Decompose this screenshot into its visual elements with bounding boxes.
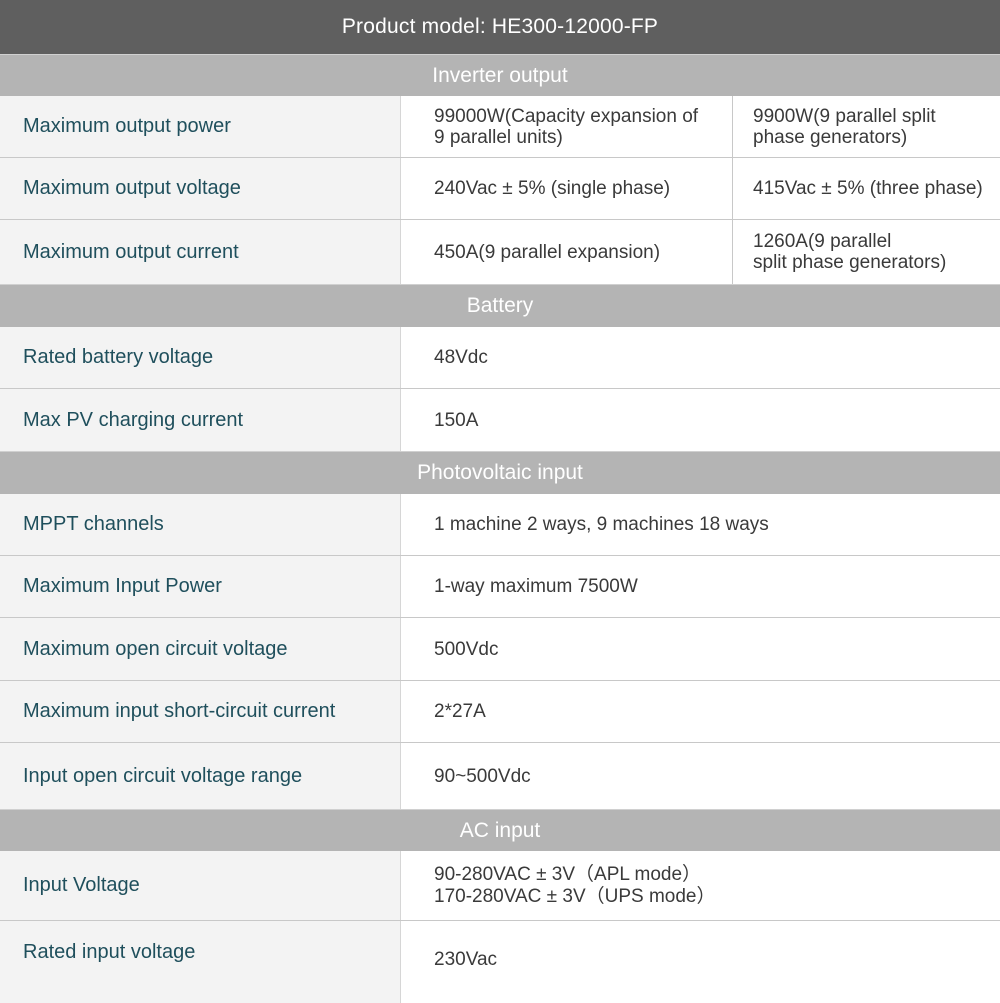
table-row: Max PV charging current 150A	[0, 389, 1000, 451]
row-label-input-voltage: Input Voltage	[0, 851, 401, 920]
row-label-max-input-power: Maximum Input Power	[0, 556, 401, 617]
section-header-photovoltaic-input: Photovoltaic input	[0, 451, 1000, 494]
table-row: Maximum output voltage 240Vac ± 5% (sing…	[0, 158, 1000, 220]
row-value-input-open-circuit-voltage-range: 90~500Vdc	[434, 765, 531, 787]
product-model-title: Product model: HE300-12000-FP	[0, 0, 1000, 54]
row-label-max-output-power: Maximum output power	[0, 96, 401, 157]
table-row: Maximum output power 99000W(Capacity exp…	[0, 96, 1000, 158]
table-row: Rated battery voltage 48Vdc	[0, 327, 1000, 389]
row-value-max-input-short-circuit-current: 2*27A	[434, 701, 486, 722]
row-value-max-output-voltage-single: 240Vac ± 5% (single phase)	[401, 158, 733, 219]
section-header-inverter-output: Inverter output	[0, 54, 1000, 96]
table-row: Maximum Input Power 1-way maximum 7500W	[0, 556, 1000, 618]
row-value-rated-battery-voltage: 48Vdc	[434, 347, 488, 368]
table-row: Input open circuit voltage range 90~500V…	[0, 743, 1000, 809]
section-header-battery: Battery	[0, 284, 1000, 327]
row-label-rated-battery-voltage: Rated battery voltage	[0, 327, 401, 388]
row-label-max-pv-charging-current: Max PV charging current	[0, 389, 401, 451]
row-value-rated-input-voltage: 230Vac	[434, 949, 498, 970]
row-value-max-pv-charging-current: 150A	[434, 409, 479, 431]
table-row: Maximum open circuit voltage 500Vdc	[0, 618, 1000, 681]
row-label-rated-input-voltage: Rated input voltage	[0, 921, 401, 1003]
row-value-max-output-current-split-phase: 1260A(9 parallel split phase generators)	[753, 231, 947, 273]
row-value-max-open-circuit-voltage: 500Vdc	[434, 638, 499, 660]
row-label-max-output-voltage: Maximum output voltage	[0, 158, 401, 219]
row-label-mppt-channels: MPPT channels	[0, 494, 401, 555]
row-label-max-input-short-circuit-current: Maximum input short-circuit current	[0, 681, 401, 742]
row-label-max-open-circuit-voltage: Maximum open circuit voltage	[0, 618, 401, 680]
spec-sheet: Product model: HE300-12000-FP Inverter o…	[0, 0, 1000, 1003]
table-row: Maximum input short-circuit current 2*27…	[0, 681, 1000, 743]
row-value-mppt-channels: 1 machine 2 ways, 9 machines 18 ways	[434, 514, 769, 535]
row-label-max-output-current: Maximum output current	[0, 220, 401, 284]
table-row: Input Voltage 90-280VAC ± 3V（APL mode） 1…	[0, 851, 1000, 921]
row-value-max-input-power: 1-way maximum 7500W	[434, 576, 638, 597]
row-value-input-voltage: 90-280VAC ± 3V（APL mode） 170-280VAC ± 3V…	[434, 863, 716, 907]
section-header-ac-input: AC input	[0, 809, 1000, 851]
table-row: MPPT channels 1 machine 2 ways, 9 machin…	[0, 494, 1000, 556]
table-row: Maximum output current 450A(9 parallel e…	[0, 220, 1000, 284]
row-value-max-output-power-parallel: 99000W(Capacity expansion of 9 parallel …	[401, 96, 733, 157]
row-value-max-output-voltage-three: 415Vac ± 5% (three phase)	[753, 178, 983, 199]
row-value-max-output-current-parallel: 450A(9 parallel expansion)	[401, 220, 733, 284]
row-value-max-output-power-split-phase: 9900W(9 parallel split phase generators)	[753, 105, 936, 148]
table-row: Rated input voltage 230Vac	[0, 921, 1000, 1003]
row-label-input-open-circuit-voltage-range: Input open circuit voltage range	[0, 743, 401, 809]
